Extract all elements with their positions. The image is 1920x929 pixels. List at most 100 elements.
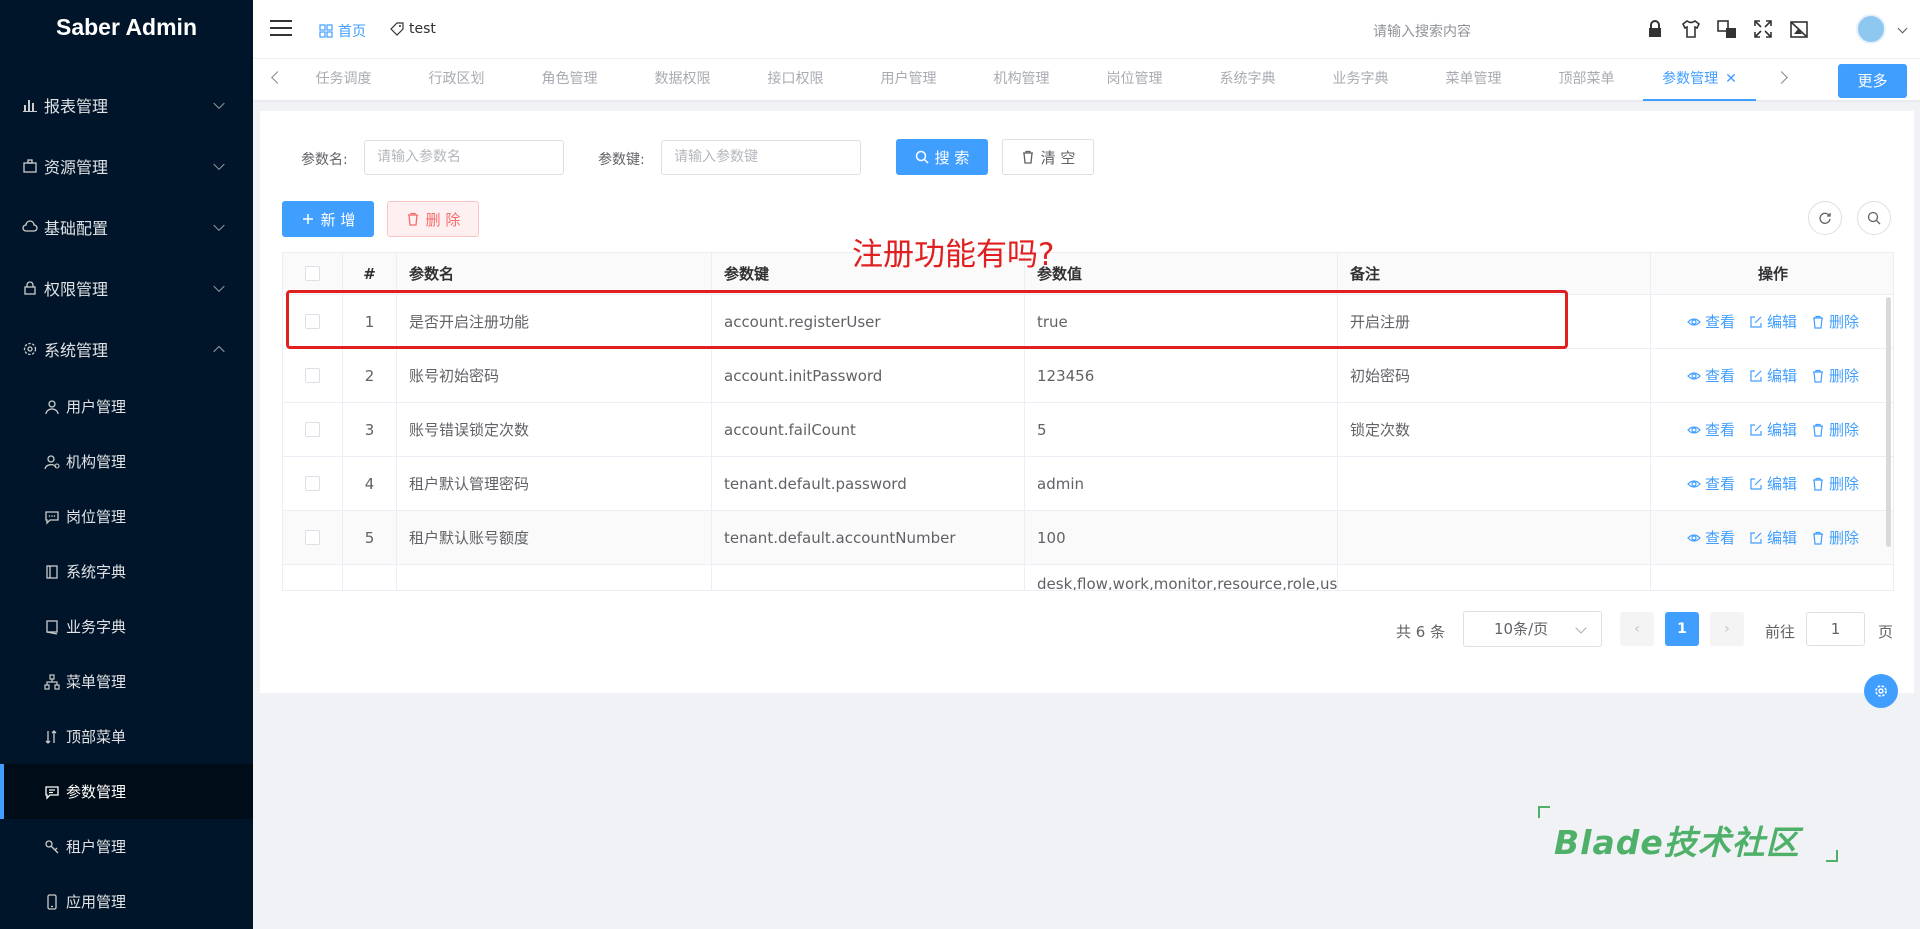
delete-link[interactable]: 删除 [1811, 527, 1859, 548]
caret-down-icon[interactable] [1897, 23, 1908, 34]
sidebar-item-params[interactable]: 参数管理 [0, 764, 253, 819]
toggle-search-button[interactable] [1857, 201, 1891, 235]
bar-chart-icon [23, 99, 37, 112]
table-scrollbar[interactable] [1886, 297, 1891, 547]
row-key [712, 565, 1025, 590]
row-ops: 查看 编辑 删除 [1651, 511, 1893, 564]
tag-item[interactable]: 行政区划 [400, 59, 513, 101]
view-link[interactable]: 查看 [1687, 419, 1735, 440]
param-name-label: 参数名: [301, 152, 348, 168]
menu-resource[interactable]: 资源管理 [0, 135, 253, 196]
row-key: account.initPassword [712, 349, 1025, 402]
search-icon [915, 150, 929, 164]
clear-button-label: 清 空 [1040, 148, 1076, 167]
close-icon[interactable]: ✕ [1725, 71, 1737, 87]
fullscreen-icon[interactable] [1752, 18, 1774, 40]
trash-icon [1022, 150, 1033, 164]
global-search-input[interactable]: 请输入搜索内容 [1373, 21, 1471, 41]
row-index: 4 [343, 457, 397, 510]
more-button[interactable]: 更多 [1838, 64, 1907, 98]
tag-item[interactable]: 岗位管理 [1078, 59, 1191, 101]
sidebar-item-tenant[interactable]: 租户管理 [0, 819, 253, 874]
tag-item[interactable]: 顶部菜单 [1530, 59, 1643, 101]
top-tab-test[interactable]: test [390, 21, 436, 37]
tag-item[interactable]: 业务字典 [1304, 59, 1417, 101]
menu-system[interactable]: 系统管理 [0, 318, 253, 379]
tags-scroll-left-icon[interactable] [271, 71, 284, 84]
row-value: desk,flow,work,monitor,resource,role,use… [1025, 565, 1338, 590]
goto-page-input[interactable]: 1 [1806, 612, 1865, 646]
delete-link[interactable]: 删除 [1811, 365, 1859, 386]
sidebar-item-org[interactable]: 机构管理 [0, 434, 253, 489]
view-link[interactable]: 查看 [1687, 473, 1735, 494]
param-name-input[interactable]: 请输入参数名 [364, 140, 564, 175]
table-row: 2 账号初始密码 account.initPassword 123456 初始密… [283, 349, 1893, 403]
sidebar-item-biz-dict[interactable]: 业务字典 [0, 599, 253, 654]
row-select-cell [283, 457, 343, 510]
refresh-button[interactable] [1808, 201, 1842, 235]
param-key-input[interactable]: 请输入参数键 [661, 140, 861, 175]
delete-button[interactable]: 删 除 [387, 201, 479, 237]
row-checkbox[interactable] [305, 422, 320, 437]
view-link[interactable]: 查看 [1687, 311, 1735, 332]
edit-link[interactable]: 编辑 [1749, 473, 1797, 494]
tag-item-active[interactable]: 参数管理 ✕ [1643, 59, 1756, 101]
menu-label: 报表管理 [44, 96, 109, 116]
menu-permission[interactable]: 权限管理 [0, 257, 253, 318]
tag-item[interactable]: 机构管理 [965, 59, 1078, 101]
menu-base-config[interactable]: 基础配置 [0, 196, 253, 257]
sidebar-item-top-menu[interactable]: 顶部菜单 [0, 709, 253, 764]
trash-icon [1813, 477, 1823, 491]
row-checkbox[interactable] [305, 368, 320, 383]
add-button-label: 新 增 [320, 210, 356, 229]
view-link[interactable]: 查看 [1687, 527, 1735, 548]
delete-link[interactable]: 删除 [1811, 473, 1859, 494]
top-tab-home[interactable]: 首页 [319, 21, 366, 41]
sidebar-item-menu[interactable]: 菜单管理 [0, 654, 253, 709]
prev-page-button[interactable]: ‹ [1620, 612, 1654, 646]
edit-link[interactable]: 编辑 [1749, 365, 1797, 386]
lock-icon[interactable] [1644, 18, 1666, 40]
eye-icon [1687, 371, 1701, 380]
clear-button[interactable]: 清 空 [1002, 139, 1094, 175]
page-1-button[interactable]: 1 [1665, 612, 1699, 646]
screenshot-icon[interactable] [1788, 18, 1810, 40]
sidebar-item-post[interactable]: 岗位管理 [0, 489, 253, 544]
shirt-icon[interactable] [1680, 18, 1702, 40]
tag-item[interactable]: 接口权限 [739, 59, 852, 101]
add-button[interactable]: 新 增 [282, 201, 374, 237]
tag-item[interactable]: 系统字典 [1191, 59, 1304, 101]
tags-scroll-right-icon[interactable] [1775, 71, 1788, 84]
tag-item[interactable]: 数据权限 [626, 59, 739, 101]
avatar[interactable] [1856, 14, 1886, 44]
row-name: 租户默认管理密码 [397, 457, 712, 510]
page-size-select[interactable]: 10条/页 [1463, 611, 1602, 647]
org-user-icon [44, 454, 60, 469]
row-checkbox[interactable] [305, 530, 320, 545]
edit-link[interactable]: 编辑 [1749, 311, 1797, 332]
book-icon [46, 619, 58, 635]
tag-item[interactable]: 任务调度 [287, 59, 400, 101]
menu-report[interactable]: 报表管理 [0, 74, 253, 135]
tag-item[interactable]: 菜单管理 [1417, 59, 1530, 101]
settings-fab[interactable] [1864, 674, 1898, 708]
select-all-checkbox[interactable] [305, 266, 320, 281]
row-checkbox[interactable] [305, 476, 320, 491]
chevron-down-icon [213, 97, 225, 109]
tag-item[interactable]: 用户管理 [852, 59, 965, 101]
sidebar-item-label: 系统字典 [66, 563, 127, 581]
delete-link[interactable]: 删除 [1811, 311, 1859, 332]
sidebar-item-app[interactable]: 应用管理 [0, 874, 253, 929]
translate-icon[interactable] [1716, 18, 1738, 40]
next-page-button[interactable]: › [1710, 612, 1744, 646]
sidebar-item-user[interactable]: 用户管理 [0, 379, 253, 434]
edit-link[interactable]: 编辑 [1749, 419, 1797, 440]
view-link[interactable]: 查看 [1687, 365, 1735, 386]
delete-link[interactable]: 删除 [1811, 419, 1859, 440]
search-button[interactable]: 搜 索 [896, 139, 988, 175]
menu-label: 基础配置 [44, 218, 109, 238]
tag-item[interactable]: 角色管理 [513, 59, 626, 101]
edit-link[interactable]: 编辑 [1749, 527, 1797, 548]
sidebar-item-sys-dict[interactable]: 系统字典 [0, 544, 253, 599]
hamburger-icon[interactable] [270, 20, 292, 38]
